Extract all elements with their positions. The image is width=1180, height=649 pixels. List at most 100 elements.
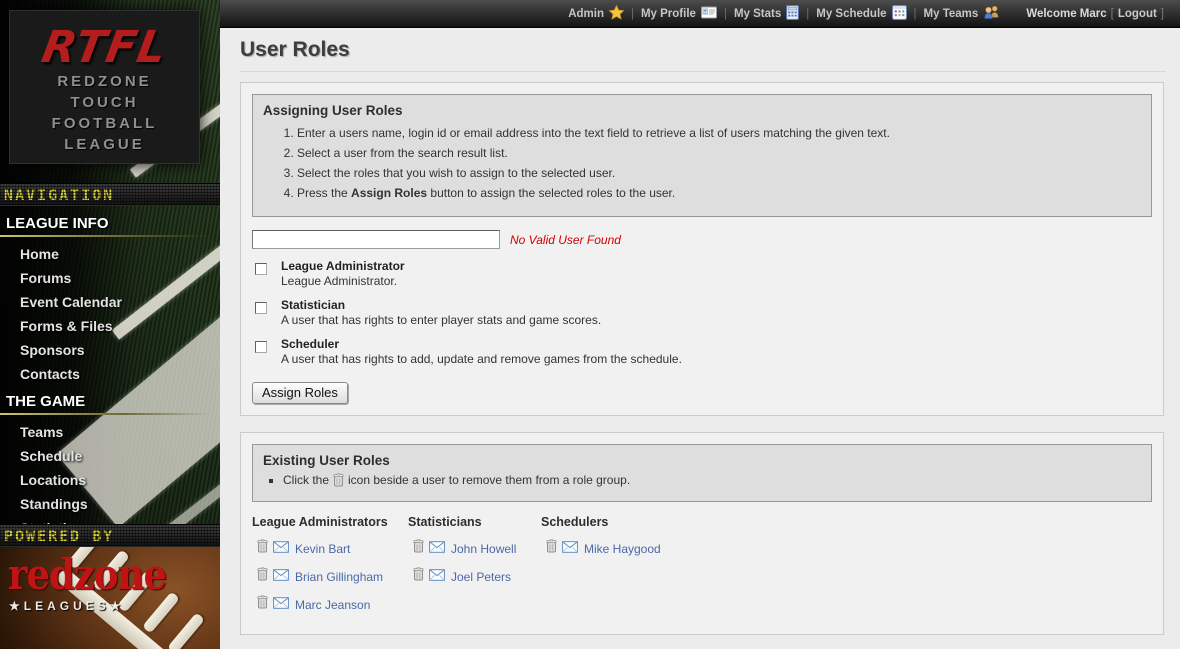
sidebar-menu: LEAGUE INFO Home Forums Event Calendar F… bbox=[0, 208, 220, 540]
role-name: League Administrator bbox=[281, 260, 1152, 273]
step-4-text: button to assign the selected roles to t… bbox=[427, 186, 675, 200]
sidebar-item-sponsors[interactable]: Sponsors bbox=[0, 338, 220, 362]
rtfl-logo-line: TOUCH bbox=[10, 92, 199, 113]
group-icon bbox=[978, 5, 1000, 22]
rtfl-logo: RTFL REDZONE TOUCH FOOTBALL LEAGUE bbox=[9, 10, 200, 164]
football-photo-background: redzone ★LEAGUES★ bbox=[0, 547, 220, 649]
step-4: Press the Assign Roles button to assign … bbox=[297, 186, 1141, 201]
user-row: John Howell bbox=[413, 539, 541, 558]
sidebar-item-schedule[interactable]: Schedule bbox=[0, 444, 220, 468]
topbar-item-my-teams-label: My Teams bbox=[924, 8, 979, 20]
step-4-bold: Assign Roles bbox=[351, 186, 427, 200]
powered-by-banner: POWERED BY bbox=[0, 524, 220, 547]
group-title: Schedulers bbox=[541, 515, 1152, 529]
user-link[interactable]: John Howell bbox=[451, 542, 516, 556]
trash-icon[interactable] bbox=[257, 595, 268, 614]
user-link[interactable]: Mike Haygood bbox=[584, 542, 661, 556]
user-row: Kevin Bart bbox=[257, 539, 408, 558]
sidebar-item-forms-files[interactable]: Forms & Files bbox=[0, 314, 220, 338]
vcard-icon bbox=[696, 6, 717, 22]
trash-icon[interactable] bbox=[413, 567, 424, 586]
sidebar-item-forums[interactable]: Forums bbox=[0, 266, 220, 290]
group-title: League Administrators bbox=[252, 515, 408, 529]
topbar-separator: | bbox=[914, 8, 917, 20]
step-1: Enter a users name, login id or email ad… bbox=[297, 126, 1141, 141]
logout-bracket: [ bbox=[1111, 8, 1114, 20]
topbar-item-my-profile[interactable]: My Profile bbox=[641, 6, 717, 22]
group-statisticians: Statisticians John Howell Joel Peters bbox=[408, 515, 541, 623]
step-3: Select the roles that you wish to assign… bbox=[297, 166, 1141, 181]
remove-instruction: Click theicon beside a user to remove th… bbox=[283, 472, 1141, 491]
user-link[interactable]: Kevin Bart bbox=[295, 542, 350, 556]
user-search-row: No Valid User Found bbox=[252, 230, 1152, 249]
role-description: A user that has rights to add, update an… bbox=[281, 353, 1152, 366]
redzone-leagues-logo: redzone bbox=[8, 551, 166, 597]
group-schedulers: Schedulers Mike Haygood bbox=[541, 515, 1152, 623]
rtfl-logo-line: FOOTBALL bbox=[10, 113, 199, 134]
welcome-text: Welcome Marc bbox=[1026, 8, 1106, 20]
trash-icon[interactable] bbox=[257, 539, 268, 558]
topbar-item-admin-label: Admin bbox=[568, 8, 604, 20]
remove-instruction-text: Click the bbox=[283, 473, 329, 487]
scheduler-checkbox[interactable] bbox=[255, 341, 267, 353]
role-row-league-administrator: League Administrator League Administrato… bbox=[252, 260, 1152, 288]
star-icon bbox=[604, 5, 624, 23]
topbar-item-my-schedule-label: My Schedule bbox=[816, 8, 886, 20]
topbar-item-my-profile-label: My Profile bbox=[641, 8, 696, 20]
email-icon[interactable] bbox=[273, 596, 289, 614]
sidebar-item-home[interactable]: Home bbox=[0, 242, 220, 266]
rtfl-logo-line: REDZONE bbox=[10, 71, 199, 92]
email-icon[interactable] bbox=[429, 540, 445, 558]
statistician-checkbox[interactable] bbox=[255, 302, 267, 314]
topbar-item-my-teams[interactable]: My Teams bbox=[924, 5, 1001, 22]
topbar-separator: | bbox=[806, 8, 809, 20]
group-title: Statisticians bbox=[408, 515, 541, 529]
sidebar-item-event-calendar[interactable]: Event Calendar bbox=[0, 290, 220, 314]
role-row-statistician: Statistician A user that has rights to e… bbox=[252, 299, 1152, 327]
assigning-user-roles-panel: Assigning User Roles Enter a users name,… bbox=[240, 82, 1164, 416]
navigation-banner: NAVIGATION bbox=[0, 183, 220, 206]
email-icon[interactable] bbox=[273, 540, 289, 558]
rtfl-logo-line: LEAGUE bbox=[10, 134, 199, 155]
league-administrator-checkbox[interactable] bbox=[255, 263, 267, 275]
user-link[interactable]: Joel Peters bbox=[451, 570, 511, 584]
section-title-the-game: THE GAME bbox=[0, 386, 220, 413]
assigning-instructions-box: Assigning User Roles Enter a users name,… bbox=[252, 94, 1152, 217]
assign-roles-button[interactable]: Assign Roles bbox=[252, 382, 348, 404]
topbar-item-admin[interactable]: Admin bbox=[568, 5, 624, 23]
calculator-icon bbox=[781, 5, 799, 23]
existing-instructions-box: Existing User Roles Click theicon beside… bbox=[252, 444, 1152, 502]
sidebar-item-contacts[interactable]: Contacts bbox=[0, 362, 220, 386]
user-search-input[interactable] bbox=[252, 230, 500, 249]
trash-icon[interactable] bbox=[413, 539, 424, 558]
main-content: User Roles Assigning User Roles Enter a … bbox=[220, 28, 1180, 649]
role-description: A user that has rights to enter player s… bbox=[281, 314, 1152, 327]
topbar-item-my-stats-label: My Stats bbox=[734, 8, 781, 20]
user-link[interactable]: Brian Gillingham bbox=[295, 570, 383, 584]
topbar-item-my-schedule[interactable]: My Schedule bbox=[816, 5, 906, 23]
email-icon[interactable] bbox=[562, 540, 578, 558]
sidebar-item-teams[interactable]: Teams bbox=[0, 420, 220, 444]
group-league-administrators: League Administrators Kevin Bart Brian G… bbox=[252, 515, 408, 623]
email-icon[interactable] bbox=[429, 568, 445, 586]
email-icon[interactable] bbox=[273, 568, 289, 586]
redzone-leagues-logo-sub: ★LEAGUES★ bbox=[9, 599, 125, 613]
user-row: Brian Gillingham bbox=[257, 567, 408, 586]
trash-icon[interactable] bbox=[257, 567, 268, 586]
sidebar-item-standings[interactable]: Standings bbox=[0, 492, 220, 516]
existing-user-roles-panel: Existing User Roles Click theicon beside… bbox=[240, 432, 1164, 635]
section-title-league-info: LEAGUE INFO bbox=[0, 208, 220, 235]
step-2: Select a user from the search result lis… bbox=[297, 146, 1141, 161]
logout-link[interactable]: Logout bbox=[1118, 8, 1157, 20]
logout-bracket: ] bbox=[1161, 8, 1164, 20]
topbar-item-my-stats[interactable]: My Stats bbox=[734, 5, 799, 23]
trash-icon[interactable] bbox=[546, 539, 557, 558]
user-link[interactable]: Marc Jeanson bbox=[295, 598, 370, 612]
existing-note: Click theicon beside a user to remove th… bbox=[269, 472, 1141, 491]
sidebar-item-locations[interactable]: Locations bbox=[0, 468, 220, 492]
trash-icon bbox=[333, 476, 344, 490]
user-row: Mike Haygood bbox=[546, 539, 1152, 558]
topbar-separator: | bbox=[724, 8, 727, 20]
role-name: Scheduler bbox=[281, 338, 1152, 351]
section-divider bbox=[0, 235, 220, 237]
